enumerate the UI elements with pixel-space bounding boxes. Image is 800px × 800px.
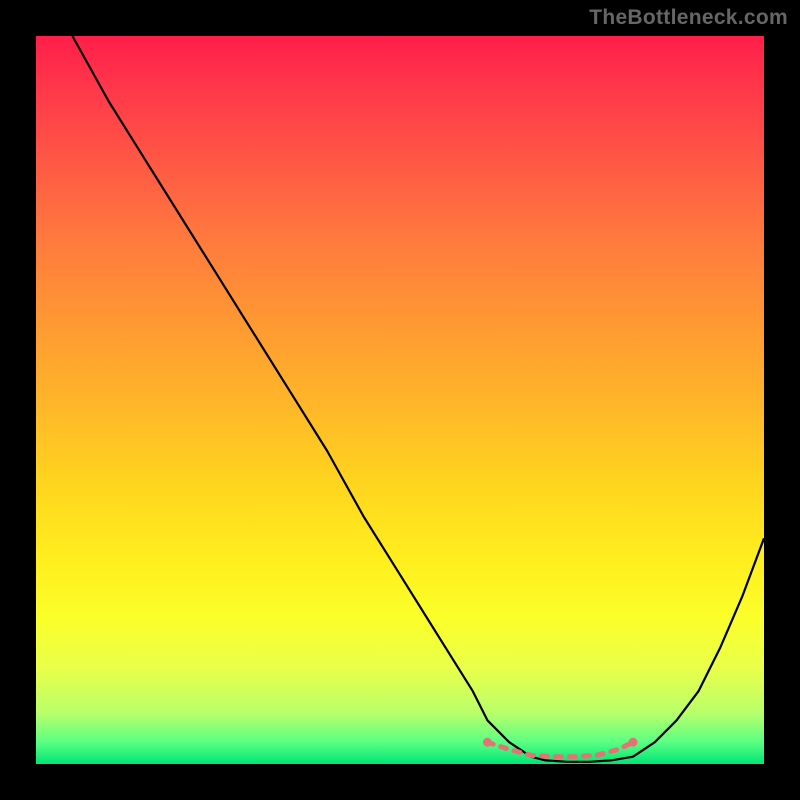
chart-container: TheBottleneck.com bbox=[0, 0, 800, 800]
curve-layer bbox=[36, 36, 764, 764]
bottleneck-curve bbox=[72, 36, 764, 762]
watermark-text: TheBottleneck.com bbox=[589, 6, 788, 30]
